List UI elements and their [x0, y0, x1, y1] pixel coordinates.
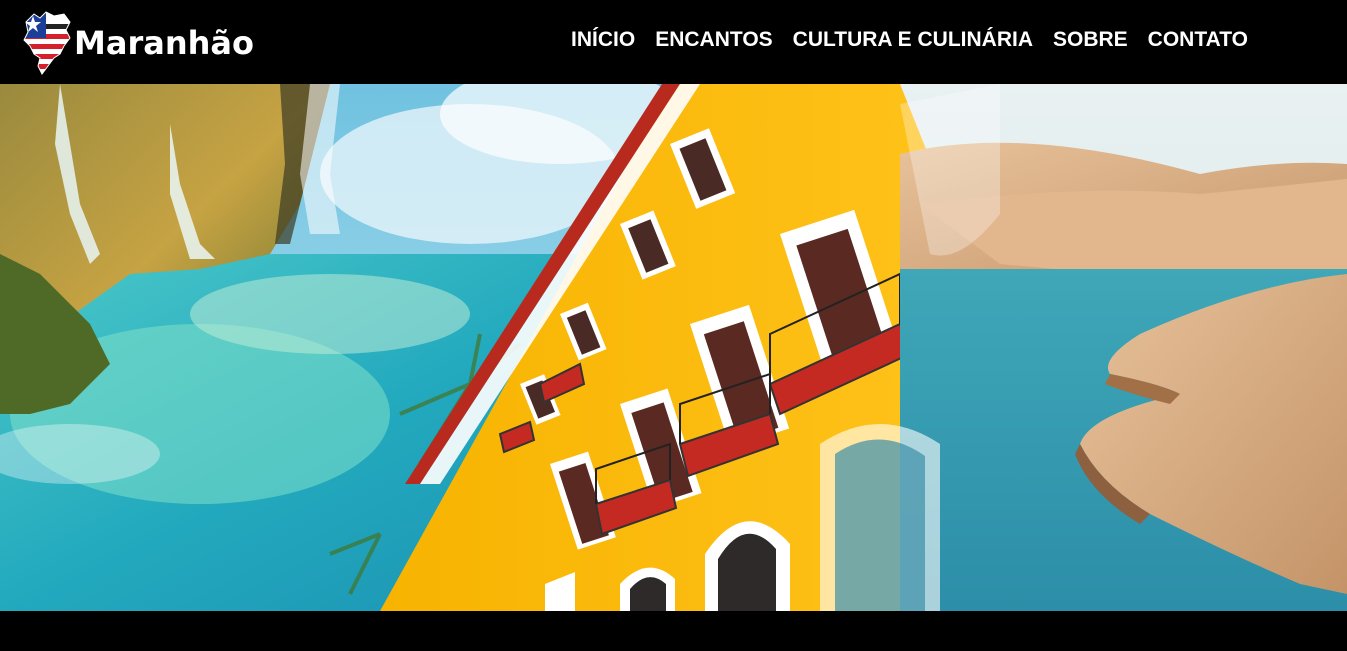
brand-name: Maranhão — [74, 24, 254, 62]
nav-link-contato[interactable]: CONTATO — [1148, 28, 1248, 52]
top-navbar: Maranhão INÍCIO ENCANTOS CULTURA E CULIN… — [0, 0, 1347, 84]
maranhao-flag-map-icon — [23, 11, 71, 75]
nav-link-cultura-culinaria[interactable]: CULTURA E CULINÁRIA — [793, 28, 1033, 52]
hero-collage-image — [0, 84, 1347, 611]
main-navigation: INÍCIO ENCANTOS CULTURA E CULINÁRIA SOBR… — [571, 28, 1248, 52]
nav-link-sobre[interactable]: SOBRE — [1053, 28, 1128, 52]
nav-link-inicio[interactable]: INÍCIO — [571, 28, 635, 52]
nav-link-encantos[interactable]: ENCANTOS — [655, 28, 772, 52]
bottom-black-band — [0, 611, 1347, 651]
hero-banner — [0, 84, 1347, 611]
brand-logo-link[interactable]: Maranhão — [20, 8, 254, 76]
